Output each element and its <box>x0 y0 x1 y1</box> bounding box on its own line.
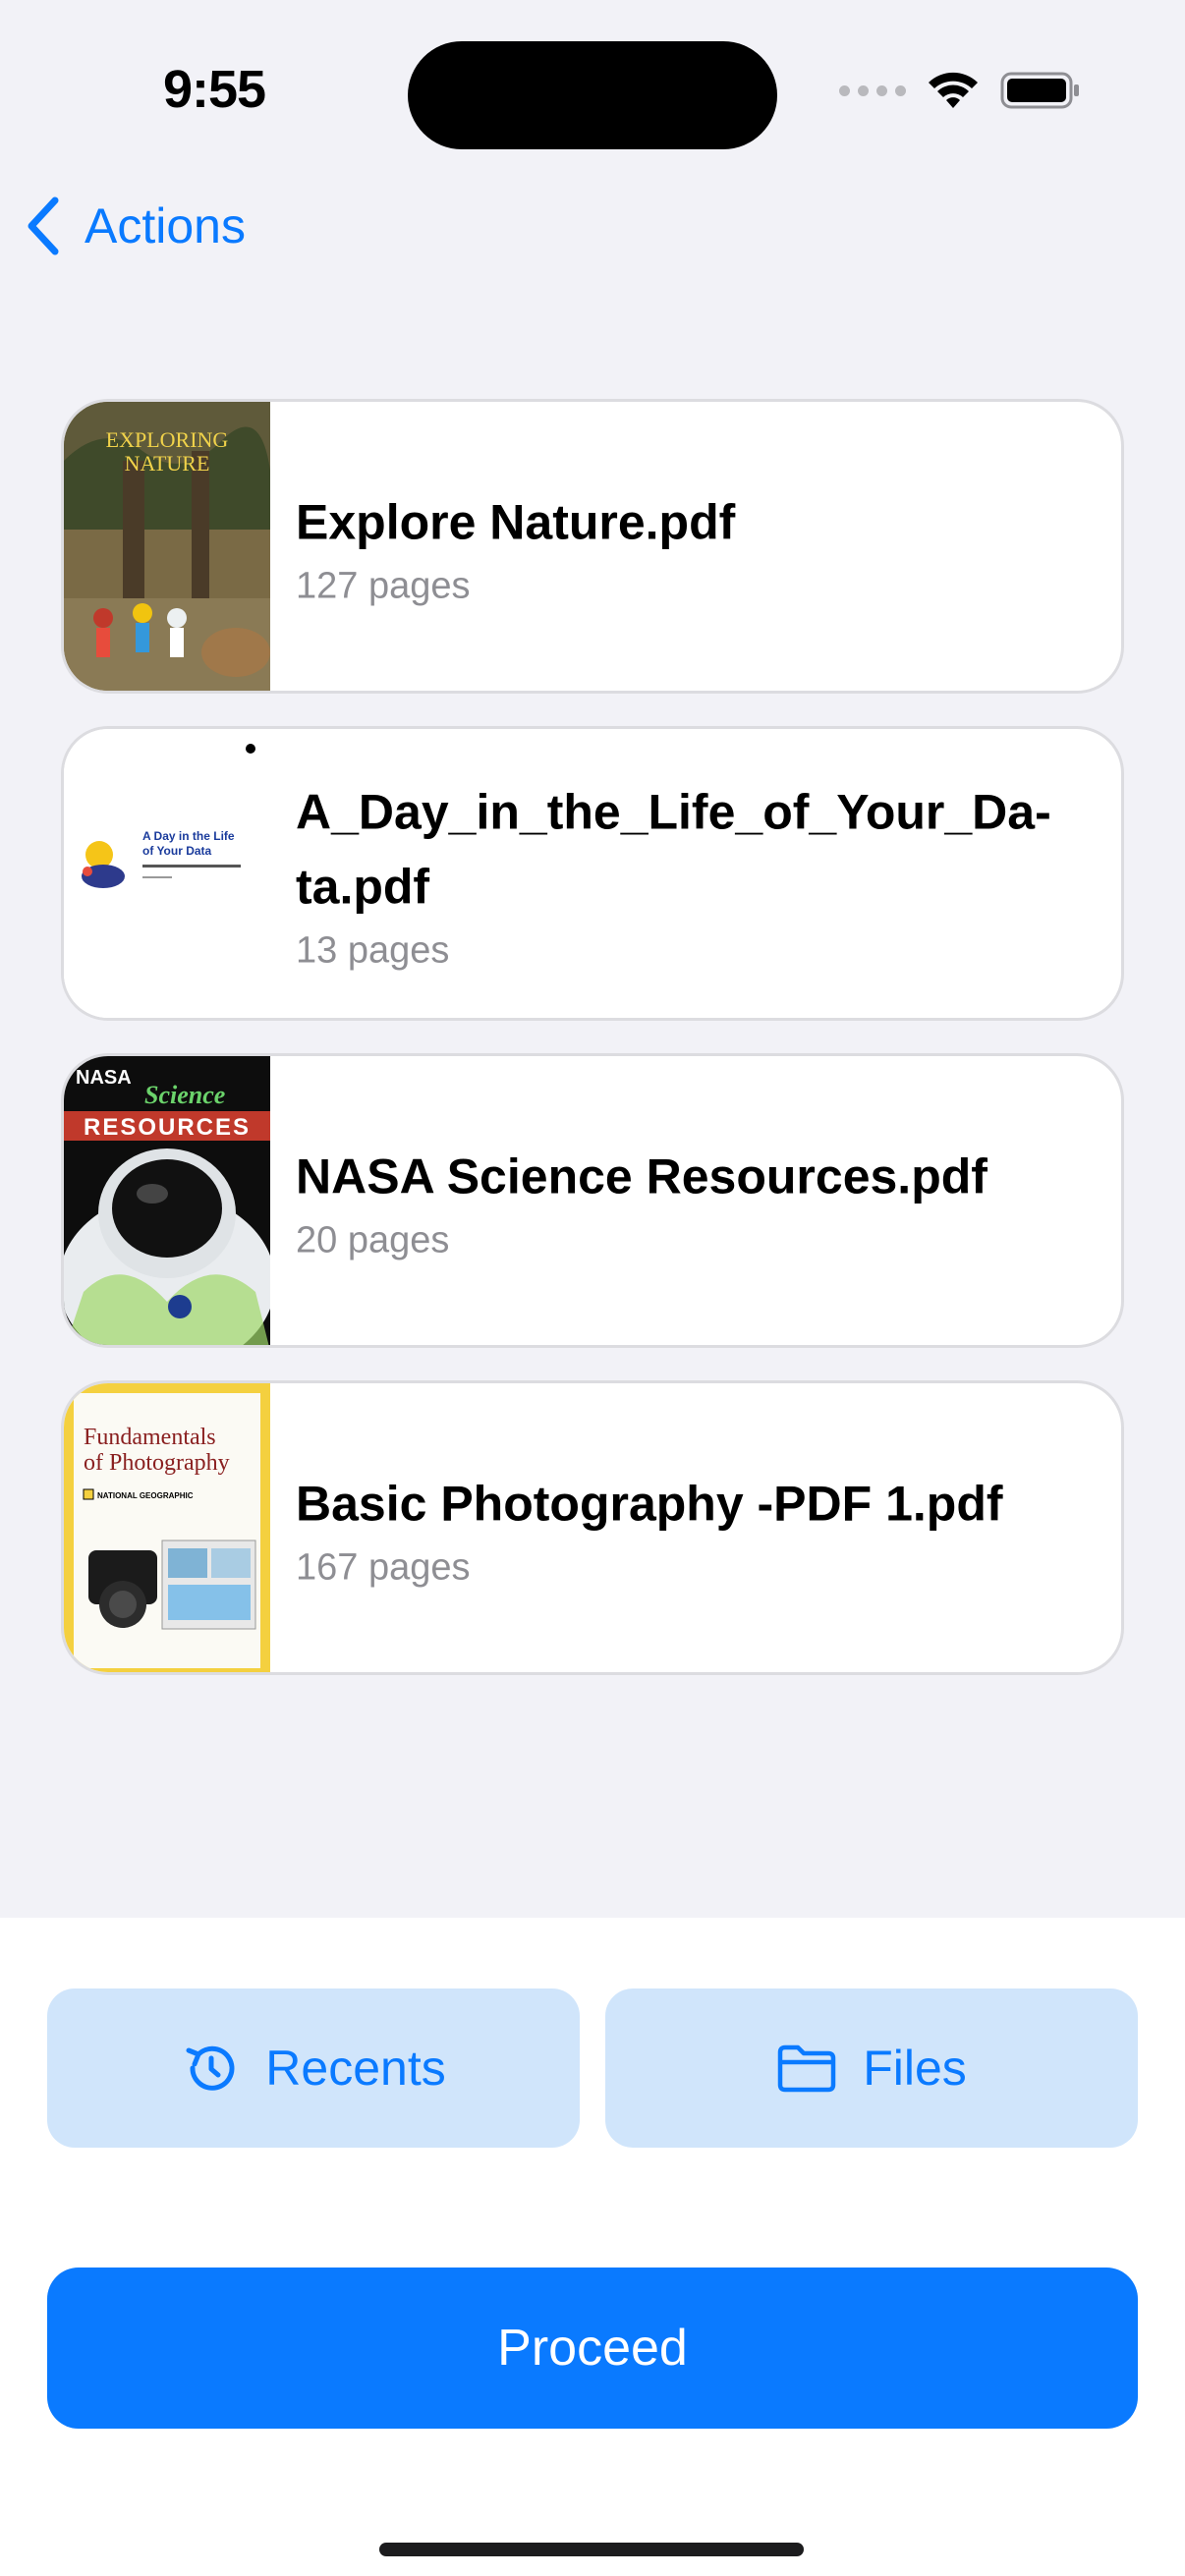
cover-title: EXPLORING <box>106 427 229 452</box>
document-card[interactable]: Fundamentals of Photography NATIONAL GEO… <box>61 1380 1124 1675</box>
chevron-left-icon <box>28 196 59 255</box>
back-button[interactable]: Actions <box>24 196 246 255</box>
cellular-dots-icon <box>839 84 906 96</box>
cover-subtitle: NATURE <box>125 451 210 476</box>
battery-icon <box>1000 72 1079 109</box>
files-button[interactable]: Files <box>605 1988 1138 2148</box>
cover-title: Fundamentals <box>84 1425 216 1450</box>
document-card[interactable]: EXPLORING NATURE Explore Nature.pdf 127 … <box>61 399 1124 694</box>
cover-title: A Day in the Life <box>142 829 235 843</box>
status-time: 9:55 <box>163 60 266 119</box>
cover-subtitle: Science <box>144 1081 225 1109</box>
proceed-label: Proceed <box>497 2320 688 2377</box>
history-icon <box>186 2045 235 2091</box>
back-label: Actions <box>85 198 246 253</box>
document-title: Explore Nature.pdf <box>296 494 736 550</box>
document-pages: 20 pages <box>296 1219 450 1261</box>
cover-subtitle: of Photography <box>84 1450 230 1476</box>
dynamic-island <box>408 41 777 149</box>
document-list: EXPLORING NATURE Explore Nature.pdf 127 … <box>61 399 1124 1708</box>
proceed-button[interactable]: Proceed <box>47 2268 1138 2429</box>
bottom-panel: Recents Files Proceed <box>0 1918 1185 2576</box>
document-thumbnail: EXPLORING NATURE <box>64 402 270 691</box>
document-card[interactable]: NASA Science RESOURCES NASA Science Reso… <box>61 1053 1124 1348</box>
document-title: A_Day_in_the_Life_of_Your_Da-ta.pdf <box>296 784 1051 915</box>
recents-label: Recents <box>265 2041 446 2096</box>
document-thumbnail: NASA Science RESOURCES <box>64 1056 270 1345</box>
document-pages: 13 pages <box>296 929 450 972</box>
home-indicator[interactable] <box>379 2543 804 2556</box>
document-card[interactable]: A Day in the Life of Your Data A_Day_in_… <box>61 726 1124 1021</box>
document-thumbnail: A Day in the Life of Your Data <box>64 729 270 1018</box>
files-label: Files <box>863 2041 967 2096</box>
document-thumbnail: Fundamentals of Photography NATIONAL GEO… <box>64 1383 270 1672</box>
status-indicators <box>839 71 1081 110</box>
cover-publisher: NATIONAL GEOGRAPHIC <box>97 1491 194 1500</box>
folder-icon <box>777 2044 836 2093</box>
wifi-icon <box>929 72 978 108</box>
cover-subtitle: of Your Data <box>142 844 212 858</box>
document-pages: 127 pages <box>296 565 471 607</box>
document-title: Basic Photography -PDF 1.pdf <box>296 1476 1003 1532</box>
document-title: NASA Science Resources.pdf <box>296 1148 988 1204</box>
recents-button[interactable]: Recents <box>47 1988 580 2148</box>
cover-title: NASA <box>76 1067 132 1089</box>
document-pages: 167 pages <box>296 1546 471 1589</box>
cover-banner: RESOURCES <box>84 1114 251 1141</box>
